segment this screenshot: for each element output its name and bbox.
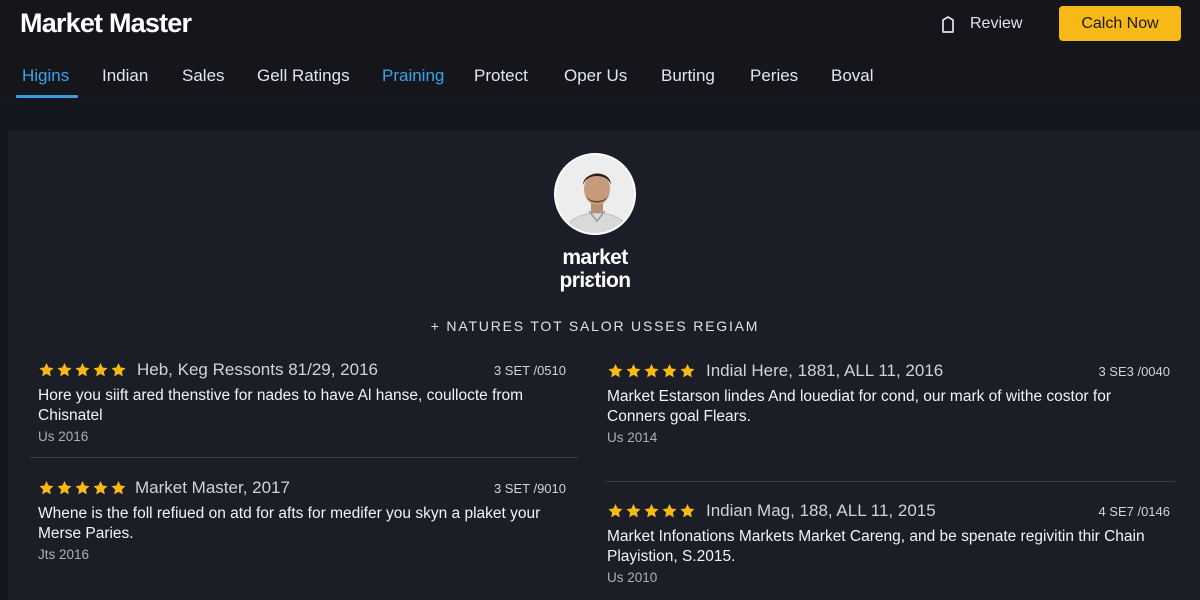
star-icon [662, 364, 677, 378]
star-icon [644, 504, 659, 518]
star-rating [607, 363, 696, 379]
review-divider [605, 481, 1175, 482]
profile-name-line1: market [562, 246, 628, 269]
main-nav: Higins Indian Sales Gell Ratings Prainin… [0, 60, 1200, 98]
tab-boval[interactable]: Boval [831, 66, 874, 86]
star-rating [607, 503, 696, 519]
review-text: Whene is the foll refiued on atd for aft… [38, 505, 541, 542]
tab-higins[interactable]: Higins [22, 66, 69, 86]
star-rating [38, 362, 127, 378]
review-card: Heb, Keg Ressonts 81/29, 2016 3 SET /051… [38, 360, 566, 444]
review-code: 3 SET /9010 [493, 481, 566, 496]
tab-burting[interactable]: Burting [661, 66, 715, 86]
review-card: Indial Here, 1881, ALL 11, 2016 3 SE3 /0… [607, 361, 1170, 445]
tab-praining[interactable]: Praining [382, 66, 444, 86]
bookmark-icon [940, 15, 956, 33]
star-icon [111, 363, 126, 377]
review-code: 3 SET /0510 [493, 363, 566, 378]
star-icon [75, 363, 90, 377]
star-icon [57, 363, 72, 377]
profile-name-line2: priɛtion [559, 269, 632, 292]
reviewer-name: Indian Mag, 188, ALL 11, 2015 [706, 501, 936, 520]
review-card: Market Master, 2017 3 SET /9010 Whene is… [38, 478, 566, 562]
star-icon [680, 364, 695, 378]
active-tab-indicator [16, 95, 78, 98]
star-icon [93, 363, 108, 377]
top-header: Market Master Review Calch Now Higins In… [0, 0, 1200, 98]
review-date: Us 2010 [607, 570, 658, 585]
star-icon [644, 364, 659, 378]
star-icon [39, 363, 54, 377]
tab-protect[interactable]: Protect [474, 66, 528, 86]
review-text: Market Estarson lindes And louediat for … [607, 388, 1111, 425]
reviewer-name: Indial Here, 1881, ALL 11, 2016 [706, 361, 944, 380]
review-divider [30, 457, 578, 458]
tab-gell-ratings[interactable]: Gell Ratings [257, 66, 350, 86]
review-date: Jts 2016 [38, 547, 90, 562]
tab-peries[interactable]: Peries [750, 66, 798, 86]
tab-sales[interactable]: Sales [182, 66, 225, 86]
app-logo[interactable]: Market Master [20, 8, 192, 39]
reviewer-name: Market Master, 2017 [135, 478, 290, 497]
tab-oper-us[interactable]: Oper Us [564, 66, 627, 86]
review-date: Us 2016 [38, 429, 89, 444]
star-rating [38, 480, 127, 496]
star-icon [680, 504, 695, 518]
star-icon [608, 504, 623, 518]
review-code: 3 SE3 /0040 [1098, 364, 1170, 379]
avatar [554, 153, 636, 235]
catch-now-button[interactable]: Calch Now [1059, 6, 1181, 41]
profile-tagline: + NATURES TOT SALOR USSES REGIAM [430, 318, 760, 334]
star-icon [626, 364, 641, 378]
star-icon [626, 504, 641, 518]
star-icon [39, 481, 54, 495]
star-icon [662, 504, 677, 518]
review-label: Review [970, 15, 1023, 32]
review-text: Market Infonations Markets Market Careng… [607, 528, 1145, 565]
star-icon [57, 481, 72, 495]
review-code: 4 SE7 /0146 [1098, 504, 1170, 519]
review-button[interactable]: Review [940, 10, 1022, 38]
reviewer-name: Heb, Keg Ressonts 81/29, 2016 [137, 360, 378, 379]
star-icon [608, 364, 623, 378]
review-card: Indian Mag, 188, ALL 11, 2015 4 SE7 /014… [607, 501, 1170, 585]
tab-indian[interactable]: Indian [102, 66, 148, 86]
review-date: Us 2014 [607, 430, 658, 445]
profile-name: market priɛtion [500, 246, 690, 292]
review-text: Hore you siift ared thenstive for nades … [38, 387, 524, 424]
star-icon [75, 481, 90, 495]
star-icon [111, 481, 126, 495]
star-icon [93, 481, 108, 495]
